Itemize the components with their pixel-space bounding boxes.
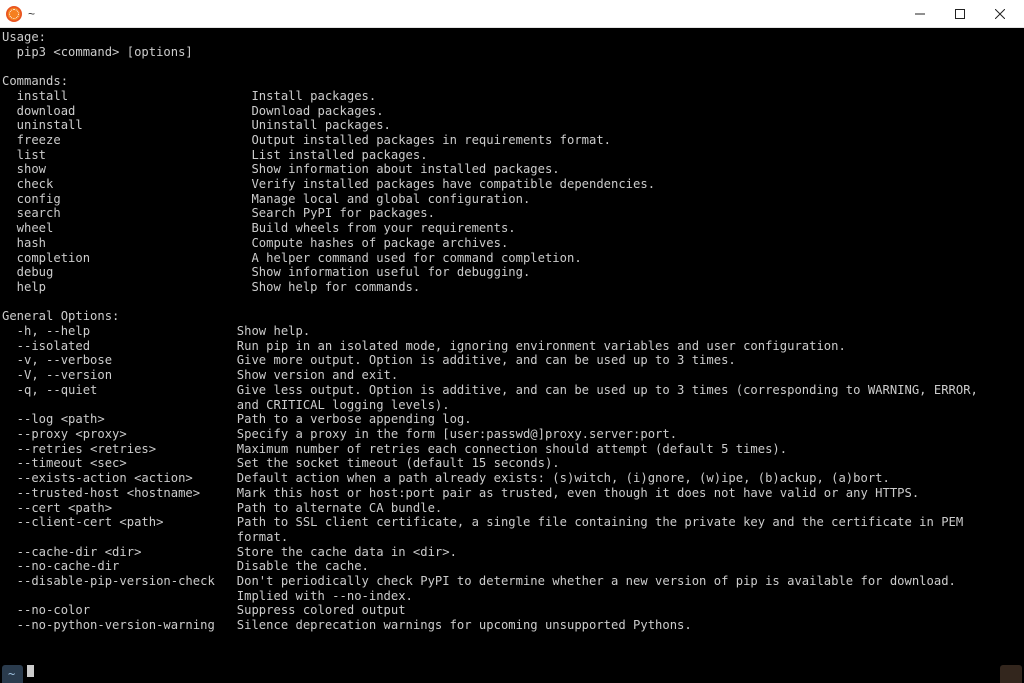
title-bar: ~ [0,0,1024,28]
statusbar-tab-label: ~ [8,667,15,682]
status-bar: ~ [0,665,1024,683]
terminal-viewport[interactable]: Usage: pip3 <command> [options] Commands… [0,28,1024,683]
window-title: ~ [28,7,35,21]
prompt-cursor [27,665,34,677]
ubuntu-icon [6,6,22,22]
statusbar-right-block [1000,665,1022,683]
terminal-output: Usage: pip3 <command> [options] Commands… [2,30,978,632]
maximize-button[interactable] [940,0,980,28]
close-button[interactable] [980,0,1020,28]
statusbar-tab[interactable]: ~ [2,665,23,683]
minimize-button[interactable] [900,0,940,28]
